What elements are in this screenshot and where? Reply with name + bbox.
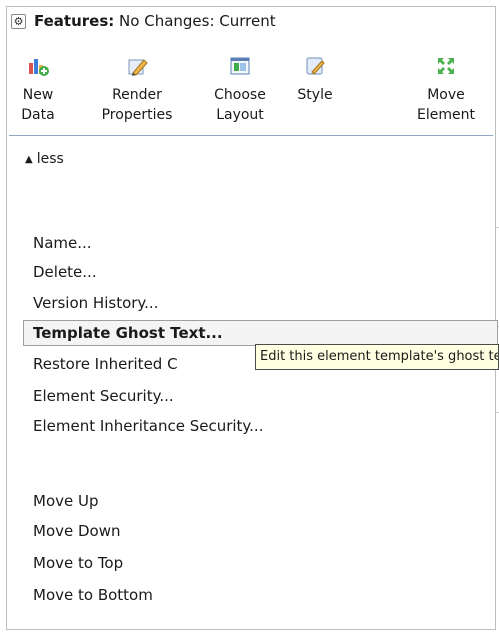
pencil-brush-icon [126,55,148,77]
menu-toolbar: New Data Render Properties Choose Layout… [7,35,495,135]
new-data-button[interactable]: New Data [7,35,69,125]
choose-layout-button[interactable]: Choose Layout [203,35,277,125]
toolbar-label: New Data [21,87,55,123]
menu-item-move-up[interactable]: Move Up [33,490,99,512]
toolbar-label: Choose Layout [214,87,266,123]
layout-window-icon [229,55,251,77]
gear-icon[interactable]: ⚙ [11,13,26,29]
toolbar-label: Render Properties [101,87,173,123]
menu-header: ⚙ Features: No Changes: Current [7,7,495,35]
menu-item-move-down[interactable]: Move Down [33,520,121,542]
style-button[interactable]: Style [289,35,341,105]
collapse-arrow-icon: ▲ [25,153,33,165]
menu-item-element-security[interactable]: Element Security... [33,385,174,407]
less-toggle[interactable]: ▲ less [7,136,495,182]
element-context-menu: ⚙ Features: No Changes: Current New Data [6,6,498,630]
render-properties-button[interactable]: Render Properties [87,35,187,125]
menu-item-delete[interactable]: Delete... [33,261,97,283]
toolbar-label: Style [297,87,333,103]
menu-item-template-ghost-text[interactable]: Template Ghost Text... [33,322,223,344]
move-element-button[interactable]: Move Element [403,35,489,125]
menu-item-restore-inherited[interactable]: Restore Inherited C [33,353,178,375]
menu-item-move-to-bottom[interactable]: Move to Bottom [33,584,153,606]
bar-chart-add-icon [27,55,49,77]
menu-item-name[interactable]: Name... [33,232,92,254]
tooltip: Edit this element template's ghost text [255,344,499,370]
less-label: less [36,151,64,167]
menu-item-move-to-top[interactable]: Move to Top [33,552,123,574]
style-pen-icon [304,55,326,77]
menu-title: Features: No Changes: Current [34,12,276,30]
toolbar-label: Move Element [417,87,475,123]
menu-item-element-inheritance-security[interactable]: Element Inheritance Security... [33,415,263,437]
move-arrows-icon [435,55,457,77]
menu-item-version-history[interactable]: Version History... [33,292,158,314]
